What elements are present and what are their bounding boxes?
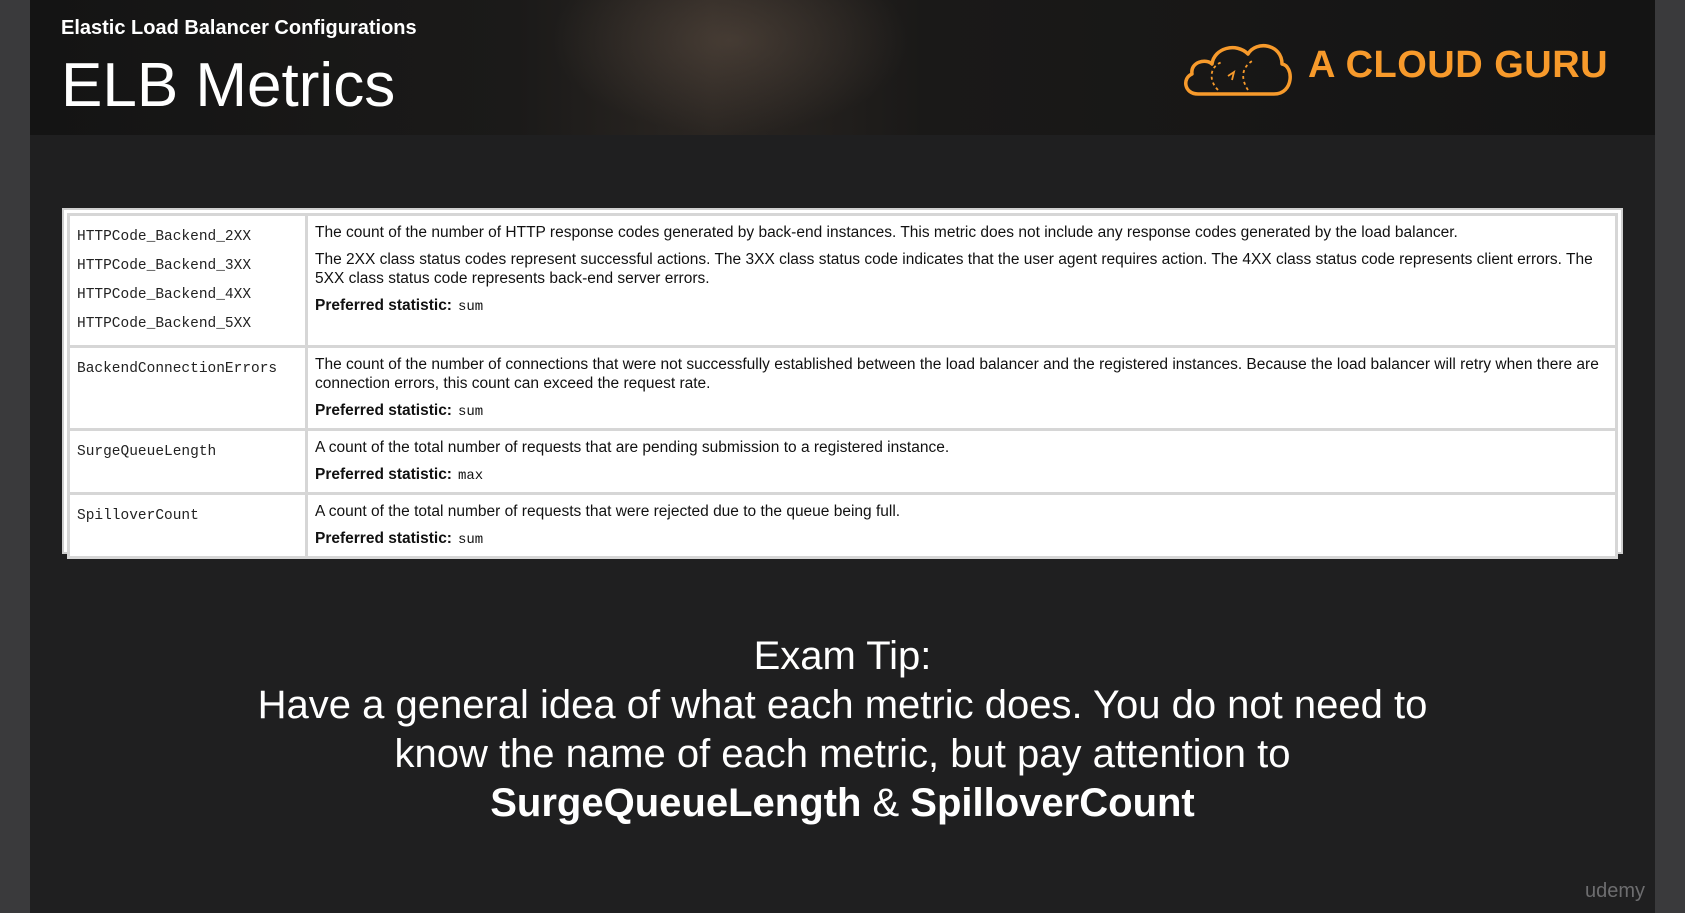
preferred-statistic: Preferred statistic: sum (315, 529, 1609, 550)
metric-description: A count of the total number of requests … (315, 439, 950, 456)
cloud-guru-logo-icon (1184, 43, 1292, 96)
metric-name: SurgeQueueLength (77, 444, 217, 460)
table-row: BackendConnectionErrors The count of the… (70, 348, 1615, 428)
table-row: SpilloverCount A count of the total numb… (70, 495, 1615, 556)
emphasis-surge-queue-length: SurgeQueueLength (490, 781, 862, 825)
metric-description: A count of the total number of requests … (315, 503, 901, 520)
metric-description-cell: The count of the number of HTTP response… (308, 216, 1615, 345)
exam-tip: Exam Tip: Have a general idea of what ea… (30, 632, 1655, 828)
preferred-statistic-value: sum (457, 299, 484, 315)
metric-name-cell: SpilloverCount (70, 495, 305, 556)
preferred-statistic: Preferred statistic: sum (315, 296, 1609, 317)
ampersand: & (861, 781, 911, 825)
exam-tip-line: Have a general idea of what each metric … (257, 683, 1428, 727)
video-frame: Elastic Load Balancer Configurations ELB… (0, 0, 1685, 913)
slide-title: ELB Metrics (61, 51, 396, 120)
metrics-table-grid: HTTPCode_Backend_2XX HTTPCode_Backend_3X… (67, 213, 1618, 559)
metric-description: The count of the number of HTTP response… (315, 224, 1458, 241)
metric-name-cell: HTTPCode_Backend_2XX HTTPCode_Backend_3X… (70, 216, 305, 345)
preferred-statistic-label: Preferred statistic: (315, 530, 452, 547)
left-border (0, 0, 30, 913)
preferred-statistic-label: Preferred statistic: (315, 297, 452, 314)
slide: Elastic Load Balancer Configurations ELB… (30, 0, 1655, 913)
exam-tip-heading: Exam Tip: (753, 634, 932, 678)
metric-name: HTTPCode_Backend_5XX (77, 316, 252, 332)
exam-tip-line: know the name of each metric, but pay at… (394, 732, 1291, 776)
metric-name: SpilloverCount (77, 508, 199, 524)
emphasis-spillover-count: SpilloverCount (910, 781, 1195, 825)
metric-name: HTTPCode_Backend_2XX (77, 229, 252, 245)
metric-description-cell: A count of the total number of requests … (308, 495, 1615, 556)
brand-name: A CLOUD GURU (1308, 44, 1609, 86)
preferred-statistic-label: Preferred statistic: (315, 466, 452, 483)
table-row: HTTPCode_Backend_2XX HTTPCode_Backend_3X… (70, 216, 1615, 345)
table-row: SurgeQueueLength A count of the total nu… (70, 431, 1615, 492)
metric-name: HTTPCode_Backend_4XX (77, 287, 252, 303)
metric-description-cell: The count of the number of connections t… (308, 348, 1615, 428)
exam-tip-emphasis: SurgeQueueLength & SpilloverCount (30, 779, 1655, 828)
preferred-statistic: Preferred statistic: sum (315, 401, 1609, 422)
preferred-statistic-value: sum (457, 532, 484, 548)
preferred-statistic: Preferred statistic: max (315, 465, 1609, 486)
udemy-watermark: udemy (1584, 880, 1645, 902)
presenter-background (550, 0, 910, 135)
metric-name: HTTPCode_Backend_3XX (77, 258, 252, 274)
preferred-statistic-value: sum (457, 404, 484, 420)
metric-name-cell: SurgeQueueLength (70, 431, 305, 492)
metric-name-cell: BackendConnectionErrors (70, 348, 305, 428)
metric-description: The 2XX class status codes represent suc… (315, 251, 1593, 287)
slide-header: Elastic Load Balancer Configurations ELB… (30, 0, 1655, 135)
right-border (1655, 0, 1685, 913)
preferred-statistic-label: Preferred statistic: (315, 402, 452, 419)
metric-description: The count of the number of connections t… (315, 356, 1599, 392)
preferred-statistic-value: max (457, 468, 484, 484)
metrics-table: HTTPCode_Backend_2XX HTTPCode_Backend_3X… (62, 208, 1623, 559)
metric-description-cell: A count of the total number of requests … (308, 431, 1615, 492)
metric-name: BackendConnectionErrors (77, 361, 278, 377)
slide-subtitle: Elastic Load Balancer Configurations (61, 17, 417, 39)
brand-logo: A CLOUD GURU (1178, 30, 1608, 106)
